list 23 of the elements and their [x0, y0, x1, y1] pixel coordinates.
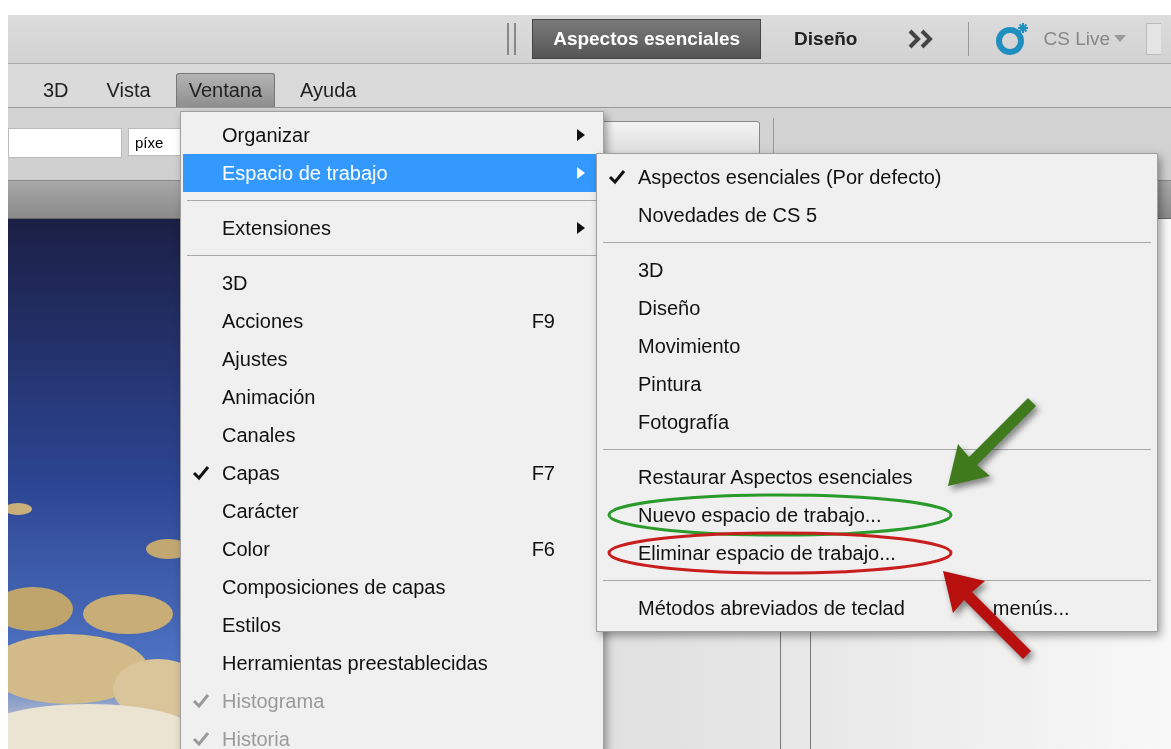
dropdown-caret-icon[interactable] [1114, 35, 1126, 44]
menu-item[interactable]: Movimiento [599, 327, 1155, 365]
menu-item[interactable]: Métodos abreviados de teclad menús... [599, 589, 1155, 627]
menu-item[interactable]: Pintura [599, 365, 1155, 403]
menu-item[interactable]: Novedades de CS 5 [599, 196, 1155, 234]
menu-item[interactable]: Diseño [599, 289, 1155, 327]
menu-bar-item[interactable]: Ayuda [287, 73, 370, 108]
menu-bar-item[interactable]: Vista [93, 73, 164, 108]
workspace-button[interactable]: Diseño [779, 19, 873, 60]
menu-item[interactable]: Aspectos esenciales (Por defecto) [599, 158, 1155, 196]
unit-label: píxe [135, 133, 164, 151]
panel-grip[interactable] [507, 23, 517, 56]
menu-bar-item[interactable]: Ventana [175, 73, 276, 108]
menu-item[interactable]: Herramientas preestablecidas [183, 644, 601, 682]
panel-edge [1146, 23, 1161, 56]
menu-item[interactable]: Restaurar Aspectos esenciales [599, 458, 1155, 496]
input-field[interactable] [8, 128, 122, 159]
menu-item[interactable]: Fotografía [599, 403, 1155, 441]
menu-bar-item[interactable]: 3D [30, 73, 82, 108]
menu-item[interactable]: Eliminar espacio de trabajo... [599, 534, 1155, 572]
workspace-button[interactable]: Aspectos esenciales [532, 19, 762, 60]
menu-item[interactable]: 3D [599, 251, 1155, 289]
menu-item[interactable]: Nuevo espacio de trabajo... [599, 496, 1155, 534]
